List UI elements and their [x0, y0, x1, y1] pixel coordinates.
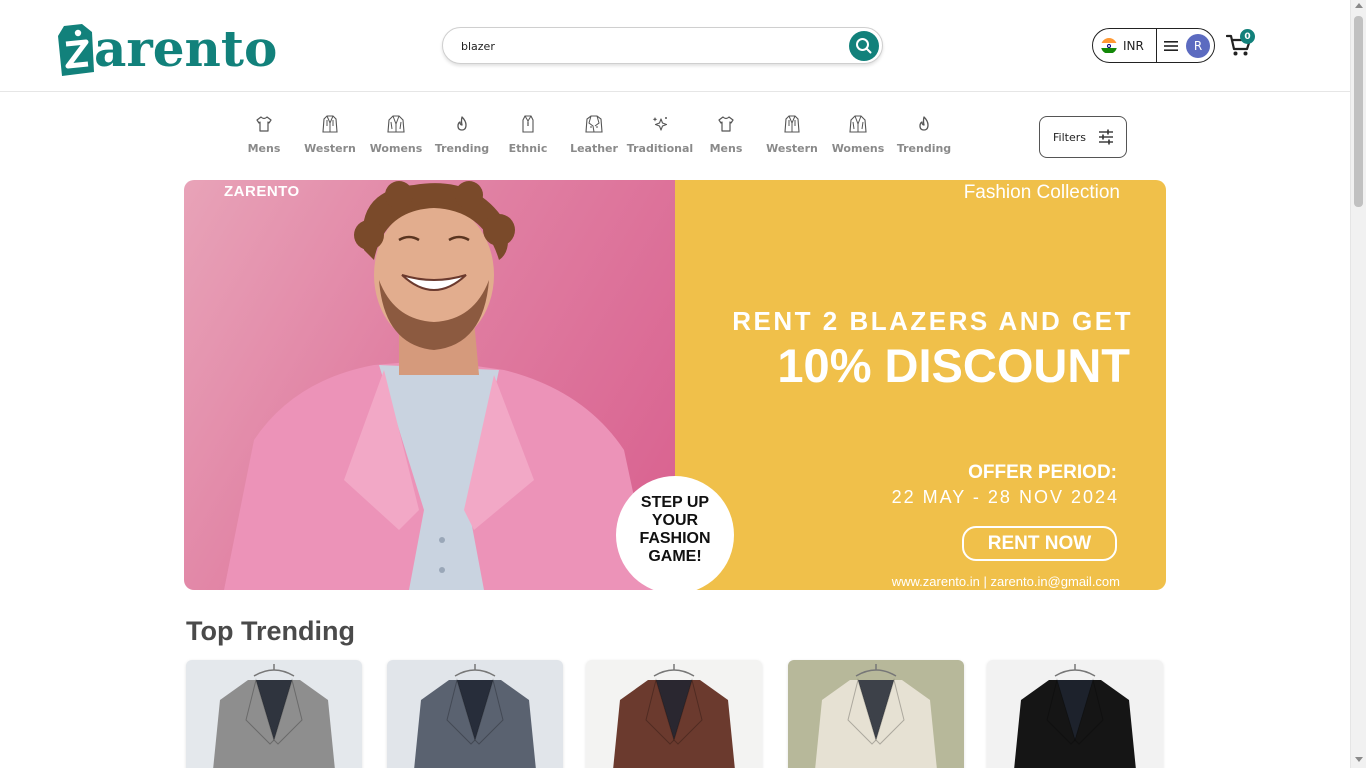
- product-image: [1014, 664, 1136, 768]
- product-image: [613, 664, 735, 768]
- product-image: [414, 664, 536, 768]
- currency-label: INR: [1123, 38, 1144, 53]
- sparkle-icon: [650, 112, 670, 136]
- search-input[interactable]: [461, 37, 841, 55]
- kurta-icon: [518, 112, 538, 136]
- hamburger-menu-icon: [1164, 40, 1178, 51]
- product-card[interactable]: [987, 660, 1163, 768]
- search-bar: [442, 27, 883, 64]
- product-image: [815, 664, 937, 768]
- smiling-man-image: [224, 181, 654, 590]
- jacket-icon: [782, 112, 802, 136]
- india-flag-icon: [1101, 37, 1117, 54]
- currency-selector[interactable]: INR: [1093, 29, 1157, 62]
- scrollbar-thumb[interactable]: [1354, 16, 1363, 207]
- offer-period-dates: 22 MAY - 28 NOV 2024: [891, 487, 1119, 507]
- category-traditional[interactable]: Traditional: [627, 112, 693, 155]
- section-title: Top Trending: [186, 616, 355, 646]
- tshirt-icon: [716, 112, 736, 136]
- category-mens[interactable]: Mens: [231, 112, 297, 155]
- cart-count-badge: 0: [1240, 29, 1255, 44]
- category-mens[interactable]: Mens: [693, 112, 759, 155]
- banner-discount: 10% DISCOUNT: [777, 339, 1130, 392]
- category-label: Trending: [434, 142, 490, 155]
- scroll-up-icon[interactable]: [1355, 3, 1363, 8]
- banner-brand: ZARENTO: [224, 183, 300, 200]
- banner-photo: [184, 180, 675, 590]
- category-label: Womens: [831, 142, 885, 155]
- logo[interactable]: arento: [56, 18, 277, 78]
- category-label: Western: [304, 142, 356, 155]
- banner-headline: RENT 2 BLAZERS AND GET: [732, 306, 1133, 336]
- coat-icon: [848, 112, 868, 136]
- category-label: Ethnic: [508, 142, 548, 155]
- category-label: Mens: [247, 142, 281, 155]
- banner-collection: Fashion Collection: [963, 182, 1120, 203]
- avatar: R: [1186, 33, 1210, 58]
- product-grid: [186, 660, 1166, 768]
- filters-button[interactable]: Filters: [1039, 116, 1127, 158]
- category-label: Mens: [709, 142, 743, 155]
- page: arento INR: [0, 0, 1366, 768]
- category-womens[interactable]: Womens: [825, 112, 891, 155]
- rent-now-button[interactable]: RENT NOW: [962, 526, 1117, 561]
- offer-period-label: OFFER PERIOD:: [968, 462, 1117, 483]
- banner-badge: STEP UP YOUR FASHION GAME!: [616, 476, 734, 590]
- category-label: Western: [766, 142, 818, 155]
- category-western[interactable]: Western: [759, 112, 825, 155]
- category-womens[interactable]: Womens: [363, 112, 429, 155]
- banner-contact: www.zarento.in | zarento.in@gmail.com: [891, 574, 1120, 589]
- category-label: Trending: [896, 142, 952, 155]
- logo-tag-icon: [56, 20, 98, 76]
- sliders-icon: [1098, 129, 1113, 145]
- logo-text: arento: [94, 19, 278, 78]
- category-bar: Mens Western Womens Trending Ethnic Leather Tr…: [231, 112, 957, 155]
- category-label: Leather: [570, 142, 618, 155]
- tshirt-icon: [254, 112, 274, 136]
- product-card[interactable]: [788, 660, 964, 768]
- jacket-icon: [320, 112, 340, 136]
- category-leather[interactable]: Leather: [561, 112, 627, 155]
- search-button[interactable]: [849, 31, 879, 61]
- search-icon: [856, 38, 872, 54]
- category-label: Womens: [369, 142, 423, 155]
- category-western[interactable]: Western: [297, 112, 363, 155]
- cart-button[interactable]: 0: [1225, 29, 1256, 62]
- scroll-down-icon[interactable]: [1355, 757, 1363, 762]
- filters-label: Filters: [1053, 130, 1086, 144]
- header: arento INR: [0, 0, 1350, 92]
- category-ethnic[interactable]: Ethnic: [495, 112, 561, 155]
- category-trending[interactable]: Trending: [891, 112, 957, 155]
- banner-badge-text: STEP UP YOUR FASHION GAME!: [639, 494, 711, 565]
- promo-banner[interactable]: ZARENTO Fashion Collection RENT 2 BLAZER…: [184, 180, 1166, 590]
- coat-icon: [386, 112, 406, 136]
- page-scrollbar[interactable]: [1350, 0, 1366, 768]
- category-trending[interactable]: Trending: [429, 112, 495, 155]
- product-card[interactable]: [186, 660, 362, 768]
- category-label: Traditional: [626, 142, 694, 155]
- account-menu-button[interactable]: R: [1157, 33, 1210, 58]
- fire-icon: [452, 112, 472, 136]
- leather-jacket-icon: [584, 112, 604, 136]
- product-card[interactable]: [586, 660, 762, 768]
- account-pill: INR R: [1092, 28, 1215, 63]
- product-image: [213, 664, 335, 768]
- product-card[interactable]: [387, 660, 563, 768]
- fire-icon: [914, 112, 934, 136]
